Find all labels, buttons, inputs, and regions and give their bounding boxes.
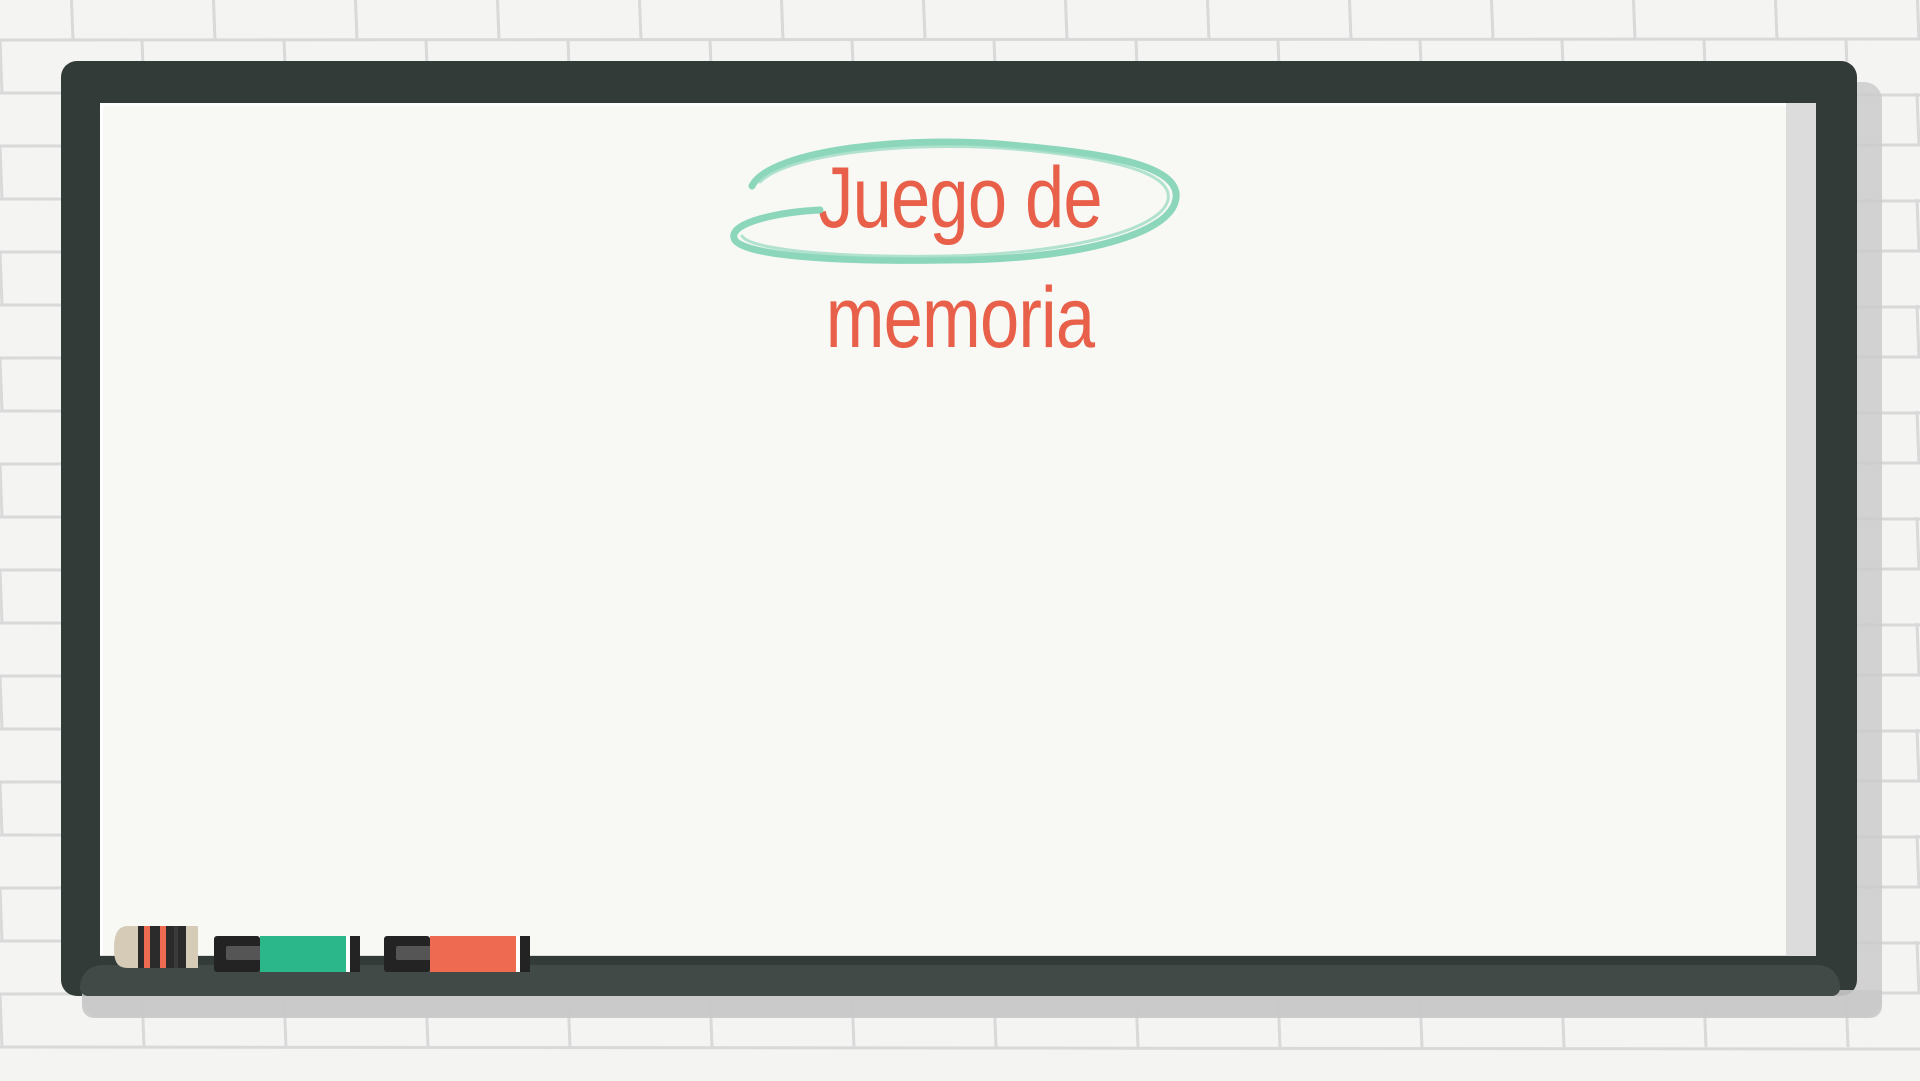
brick-joint bbox=[1063, 0, 1069, 41]
brick-joint bbox=[921, 0, 927, 41]
brick-joint bbox=[1915, 198, 1920, 253]
chalk-circle-icon bbox=[730, 138, 1180, 264]
brick-line bbox=[0, 37, 1920, 42]
brick-joint bbox=[1915, 940, 1920, 995]
brick-joint bbox=[1915, 834, 1920, 889]
brick-joint bbox=[1915, 516, 1920, 571]
brick-joint bbox=[779, 0, 785, 41]
brick-joint bbox=[0, 887, 4, 942]
orange-marker-icon bbox=[384, 936, 530, 972]
brick-joint bbox=[1347, 0, 1353, 41]
brick-joint bbox=[353, 0, 359, 41]
brick-joint bbox=[0, 463, 4, 518]
eraser-icon bbox=[114, 926, 198, 968]
brick-joint bbox=[0, 145, 4, 200]
brick-joint bbox=[1915, 410, 1920, 465]
brick-joint bbox=[0, 251, 4, 306]
brick-joint bbox=[1489, 0, 1495, 41]
brick-joint bbox=[0, 781, 4, 836]
brick-joint bbox=[637, 0, 643, 41]
brick-joint bbox=[1915, 92, 1920, 147]
brick-joint bbox=[495, 0, 501, 41]
brick-joint bbox=[1915, 728, 1920, 783]
brick-joint bbox=[0, 675, 4, 730]
brick-joint bbox=[0, 993, 4, 1048]
brick-joint bbox=[69, 0, 75, 41]
brick-joint bbox=[0, 569, 4, 624]
brick-joint bbox=[1915, 622, 1920, 677]
brick-joint bbox=[0, 357, 4, 412]
title-group: Juego de memoria bbox=[690, 138, 1230, 366]
brick-joint bbox=[1915, 304, 1920, 359]
brick-joint bbox=[1773, 0, 1779, 41]
brick-joint bbox=[1205, 0, 1211, 41]
green-marker-icon bbox=[214, 936, 360, 972]
brick-joint bbox=[211, 0, 217, 41]
brick-joint bbox=[0, 39, 4, 94]
brick-joint bbox=[1631, 0, 1637, 41]
brick-joint bbox=[1915, 0, 1920, 41]
brick-line bbox=[0, 1045, 1920, 1051]
